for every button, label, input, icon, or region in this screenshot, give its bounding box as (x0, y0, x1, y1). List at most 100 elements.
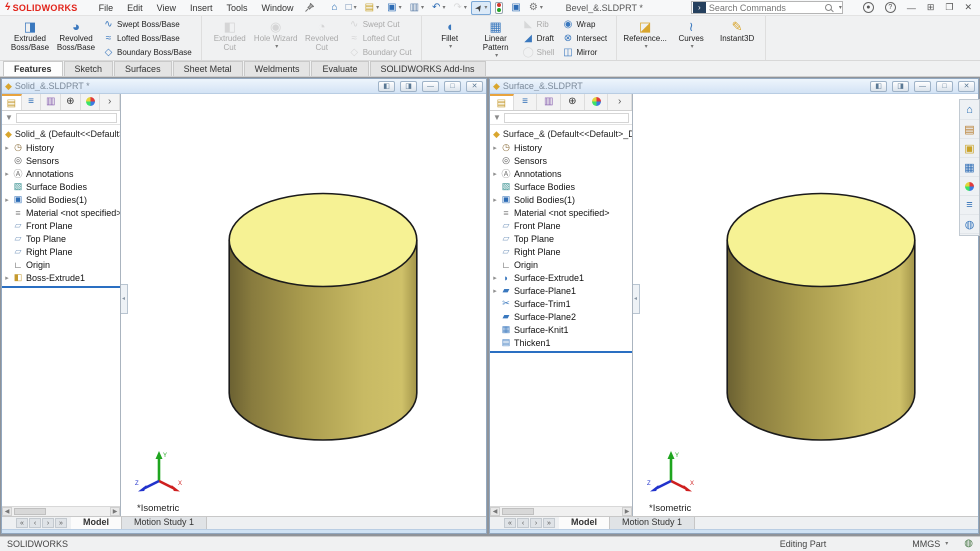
dimxpertmanager-tab[interactable]: ⊕ (561, 94, 585, 110)
minimize-button[interactable]: — (914, 80, 931, 92)
expand-arrow-icon[interactable]: ▸ (490, 196, 500, 204)
document-titlebar[interactable]: ◆ Surface_&.SLDPRT ◧ ◨ — □ ✕ (490, 79, 978, 94)
scrollbar-track[interactable] (500, 507, 622, 516)
home-button[interactable]: ⌂ (328, 1, 342, 15)
expand-arrow-icon[interactable]: ▸ (2, 196, 12, 204)
document-titlebar[interactable]: ◆ Solid_&.SLDPRT * ◧ ◨ — □ ✕ (2, 79, 486, 94)
select-button[interactable]: ➤ ▾ (470, 0, 492, 15)
expand-arrow-icon[interactable]: ▸ (490, 144, 500, 152)
reference-button[interactable]: ◪ Reference... ▾ (622, 17, 668, 59)
lofted-boss-base-button[interactable]: ≈ Lofted Boss/Base (103, 32, 192, 45)
configurationmanager-tab[interactable]: ▥ (537, 94, 562, 110)
next-tab-icon[interactable]: › (42, 518, 54, 528)
tree-item-annotations[interactable]: ▸ Ⓐ Annotations (2, 167, 120, 180)
dropdown-arrow-icon[interactable]: ▾ (691, 43, 694, 50)
dropdown-arrow-icon[interactable]: ▾ (275, 43, 278, 50)
window-bottom-edge[interactable] (490, 529, 978, 533)
scroll-left-icon[interactable]: ◀ (490, 507, 500, 516)
expand-arrow-icon[interactable]: ▸ (490, 170, 500, 178)
fillet-button[interactable]: ◖ Fillet ▾ (427, 17, 473, 59)
featuremanager-tab[interactable]: ▤ (2, 94, 22, 110)
tree-item-surface-extrude1[interactable]: ▸ ◗ Surface-Extrude1 (490, 271, 632, 284)
linear-pattern-button[interactable]: ▦ Linear Pattern ▾ (473, 17, 519, 59)
tree-item-top-plane[interactable]: ▱ Top Plane (2, 232, 120, 245)
tile-button[interactable]: ◨ (892, 80, 909, 92)
scrollbar-thumb[interactable] (14, 508, 46, 515)
displaymanager-tab[interactable] (81, 94, 101, 110)
close-button[interactable]: ✕ (958, 80, 975, 92)
restore-button[interactable]: ❐ (945, 2, 953, 13)
scrollbar-thumb[interactable] (502, 508, 534, 515)
configurationmanager-tab[interactable]: ▥ (41, 94, 62, 110)
rebuild-button[interactable] (491, 1, 507, 15)
scroll-right-icon[interactable]: ▶ (622, 507, 632, 516)
scrollbar-track[interactable] (12, 507, 110, 516)
dropdown-arrow-icon[interactable]: ▾ (464, 4, 467, 11)
dropdown-arrow-icon[interactable]: ▾ (399, 4, 402, 11)
next-tab-icon[interactable]: › (530, 518, 542, 528)
expand-arrow-icon[interactable]: ▸ (490, 287, 500, 295)
save-button[interactable]: ▣ ▾ (383, 1, 405, 15)
new-document-button[interactable]: □ ▾ (342, 1, 361, 15)
dropdown-arrow-icon[interactable]: ▾ (495, 52, 498, 59)
tab-evaluate[interactable]: Evaluate (311, 61, 369, 76)
tree-horizontal-scrollbar[interactable]: ◀ ▶ (2, 506, 120, 516)
custom-properties-tab[interactable]: ≡ (960, 196, 979, 215)
tree-item-right-plane[interactable]: ▱ Right Plane (2, 245, 120, 258)
cascade-button[interactable]: ◧ (378, 80, 395, 92)
expand-arrow-icon[interactable]: ▸ (2, 170, 12, 178)
last-tab-icon[interactable]: » (543, 518, 555, 528)
filter-input[interactable] (503, 112, 629, 123)
tab-features[interactable]: Features (3, 61, 63, 76)
search-icon[interactable] (824, 4, 832, 11)
filter-input[interactable] (15, 112, 117, 123)
first-tab-icon[interactable]: « (504, 518, 516, 528)
menu-edit[interactable]: Edit (120, 2, 150, 14)
tree-item-solid-bodies-1[interactable]: ▸ ▣ Solid Bodies(1) (490, 193, 632, 206)
tab-sketch[interactable]: Sketch (63, 61, 114, 76)
tree-item-surface-plane1[interactable]: ▸ ▰ Surface-Plane1 (490, 284, 632, 297)
view-palette-tab[interactable]: ▦ (960, 158, 979, 177)
menu-tools[interactable]: Tools (220, 2, 255, 14)
tree-item-material-not-specified[interactable]: ≡ Material <not specified> (490, 206, 632, 219)
prev-tab-icon[interactable]: ‹ (517, 518, 529, 528)
tree-item-surface-plane2[interactable]: ▰ Surface-Plane2 (490, 310, 632, 323)
units-selector[interactable]: MMGS ▾ (912, 539, 948, 549)
tree-item-origin[interactable]: ∟ Origin (490, 258, 632, 271)
doc-tab-motion-study-1[interactable]: Motion Study 1 (122, 517, 208, 529)
tab-surfaces[interactable]: Surfaces (114, 61, 172, 76)
tree-item-sensors[interactable]: ◎ Sensors (490, 154, 632, 167)
maximize-button[interactable]: □ (444, 80, 461, 92)
intersect-button[interactable]: ⊗ Intersect (562, 32, 607, 45)
cylinder-model[interactable] (227, 191, 419, 441)
tree-item-sensors[interactable]: ◎ Sensors (2, 154, 120, 167)
tree-item-surface-bodies[interactable]: ▧ Surface Bodies (490, 180, 632, 193)
menu-view[interactable]: View (150, 2, 183, 14)
scroll-left-icon[interactable]: ◀ (2, 507, 12, 516)
tree-item-surface-knit1[interactable]: ▦ Surface-Knit1 (490, 323, 632, 336)
scroll-right-icon[interactable]: ▶ (110, 507, 120, 516)
tree-root-item[interactable]: ◆ Surface_& (Default<<Default>_Disp (490, 127, 632, 141)
doc-tab-motion-study-1[interactable]: Motion Study 1 (610, 517, 696, 529)
help-button[interactable]: ? (884, 2, 896, 13)
minimize-button[interactable]: — (907, 3, 916, 13)
dropdown-arrow-icon[interactable]: ▾ (540, 4, 543, 11)
doc-tab-model[interactable]: Model (71, 517, 122, 529)
tree-root-item[interactable]: ◆ Solid_& (Default<<Default>_ (2, 127, 120, 141)
expand-arrow-icon[interactable]: ▸ (2, 274, 12, 282)
tile-button[interactable]: ◨ (400, 80, 417, 92)
tree-item-solid-bodies-1[interactable]: ▸ ▣ Solid Bodies(1) (2, 193, 120, 206)
featuremanager-tab[interactable]: ▤ (490, 94, 514, 110)
graphics-viewport[interactable]: ◂ Y X Z *Isometric (633, 94, 978, 516)
rollback-bar[interactable] (490, 351, 632, 353)
options-button[interactable]: ⚙ ▾ (525, 1, 547, 15)
displaymanager-tab[interactable] (585, 94, 609, 110)
dimxpertmanager-tab[interactable]: ⊕ (61, 94, 81, 110)
cascade-button[interactable]: ◧ (870, 80, 887, 92)
maximize-button[interactable]: □ (936, 80, 953, 92)
pin-icon[interactable] (304, 3, 314, 12)
tree-item-right-plane[interactable]: ▱ Right Plane (490, 245, 632, 258)
menu-window[interactable]: Window (255, 2, 301, 14)
tree-item-origin[interactable]: ∟ Origin (2, 258, 120, 271)
wrap-button[interactable]: ◉ Wrap (562, 18, 607, 31)
